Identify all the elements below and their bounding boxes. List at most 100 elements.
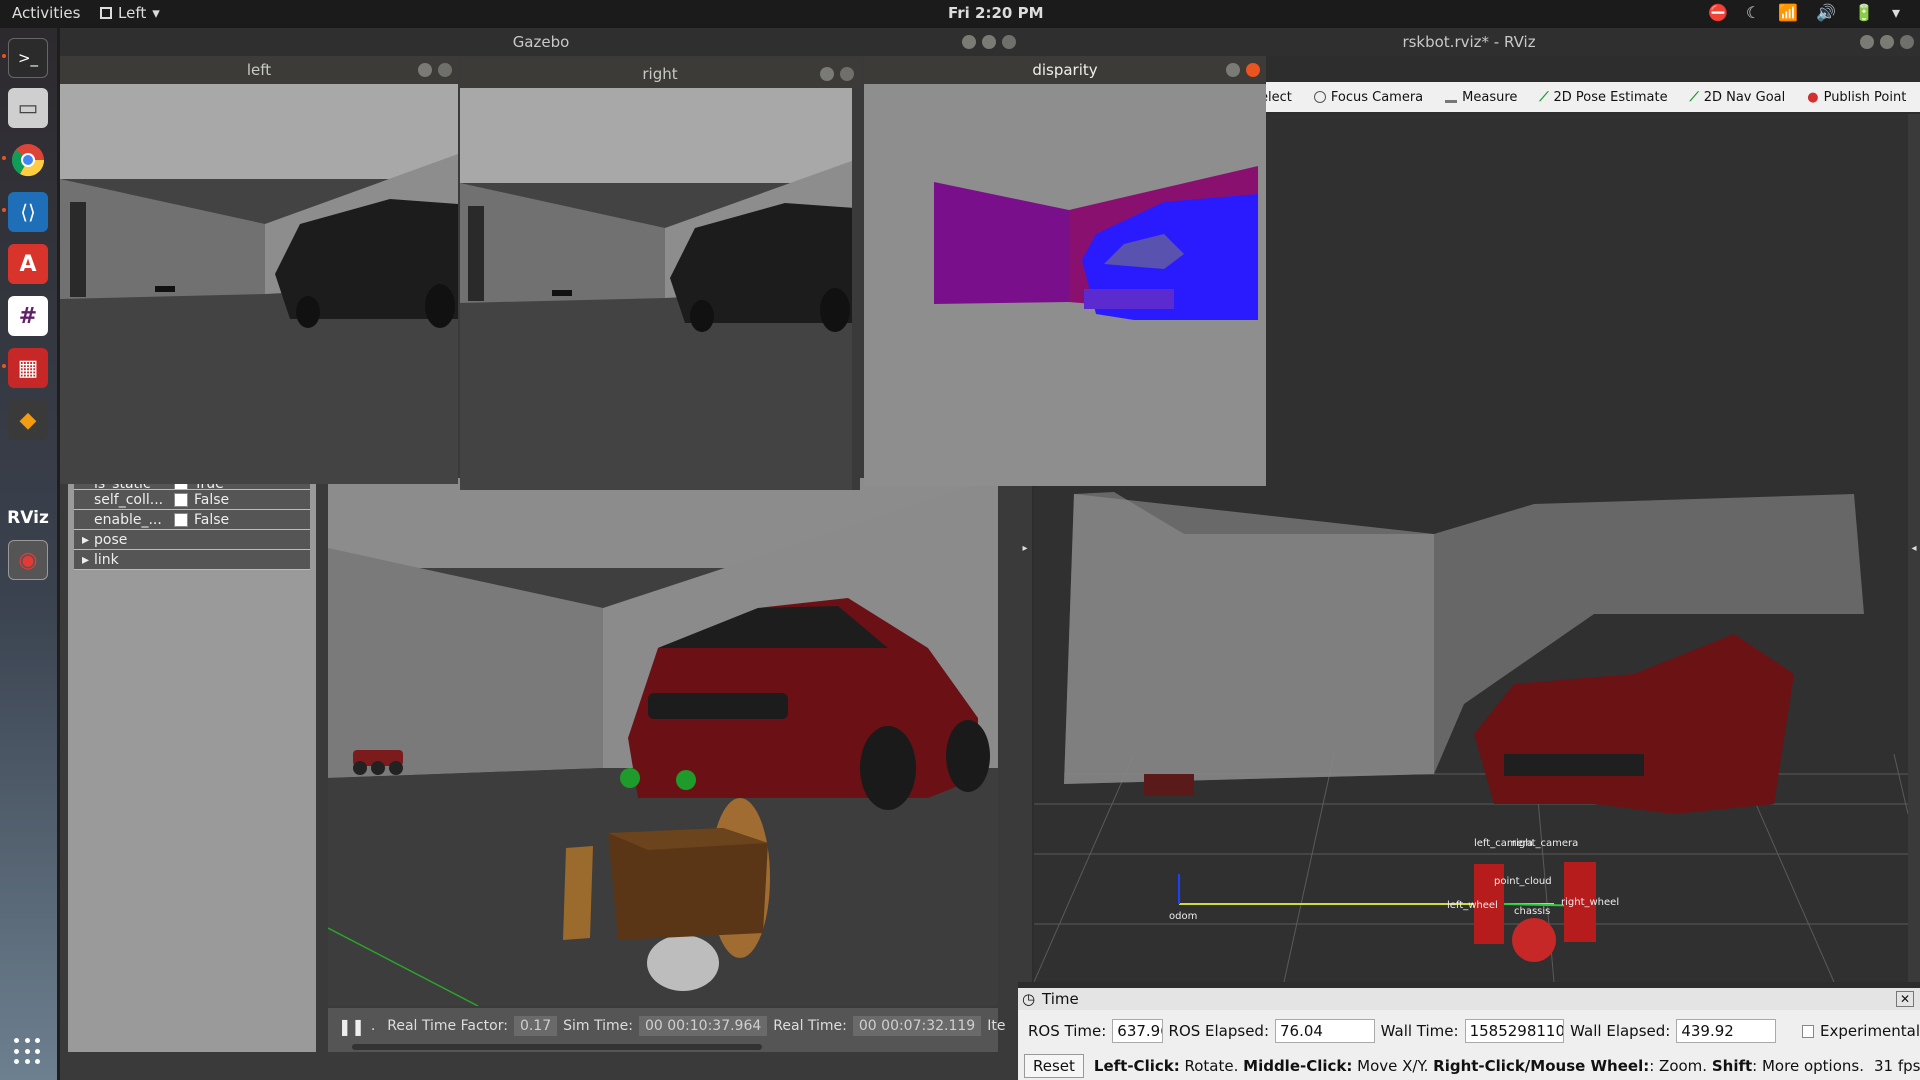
gazebo-icon[interactable]: ◉	[8, 540, 48, 580]
measure-button[interactable]: Measure	[1445, 90, 1517, 105]
property-row[interactable]: self_coll... False	[74, 490, 310, 510]
nav-goal-label: 2D Nav Goal	[1703, 89, 1786, 105]
close-icon[interactable]	[840, 67, 854, 81]
clock[interactable]: Fri 2:20 PM	[948, 4, 1044, 22]
gazebo-property-panel: is_static True self_coll... False enable…	[68, 478, 316, 1052]
minimize-icon[interactable]	[820, 67, 834, 81]
wall-elapsed-field[interactable]: 439.92	[1676, 1019, 1776, 1043]
status-bar: Reset Left-Click: Rotate. Middle-Click: …	[1018, 1052, 1920, 1080]
horizontal-scrollbar[interactable]	[352, 1044, 762, 1050]
nav-goal-icon: ⟋	[1689, 89, 1699, 105]
frame-label-odom: odom	[1169, 911, 1197, 922]
expand-arrow-icon[interactable]: ▸	[74, 532, 94, 548]
step-button[interactable]: .	[371, 1018, 375, 1034]
close-icon[interactable]	[438, 63, 452, 77]
top-bar: Activities Left ▾ Fri 2:20 PM ⛔ ☾ 📶 🔊 🔋 …	[0, 0, 1920, 28]
activities-button[interactable]: Activities	[12, 4, 80, 22]
maximize-icon[interactable]	[982, 35, 996, 49]
gazebo-time-bar: ❚❚ . Real Time Factor: 0.17 Sim Time: 00…	[328, 1008, 1005, 1052]
wifi-icon[interactable]: 📶	[1778, 3, 1798, 22]
focus-camera-icon	[1313, 91, 1326, 103]
ros-elapsed-label: ROS Elapsed:	[1168, 1022, 1270, 1040]
tree-item-label: pose	[94, 531, 128, 548]
tree-item-pose[interactable]: ▸ pose	[74, 530, 310, 550]
show-applications-icon[interactable]	[14, 1038, 42, 1066]
pause-icon[interactable]: ❚❚	[338, 1017, 365, 1036]
tree-item-label: link	[94, 551, 119, 568]
rviz-right-splitter[interactable]: ◂	[1908, 114, 1920, 982]
app-menu-icon	[100, 7, 112, 19]
ros-time-field[interactable]: 637.96	[1112, 1019, 1163, 1043]
minimize-icon[interactable]	[962, 35, 976, 49]
frame-label-left-wheel: left_wheel	[1447, 900, 1498, 911]
disparity-titlebar[interactable]: disparity	[864, 56, 1266, 84]
property-value: False	[194, 491, 230, 508]
pose-estimate-button[interactable]: ⟋ 2D Pose Estimate	[1539, 90, 1667, 105]
pose-estimate-label: 2D Pose Estimate	[1553, 89, 1668, 105]
close-icon[interactable]	[1002, 35, 1016, 49]
minimize-icon[interactable]	[1226, 63, 1240, 77]
media-icon[interactable]: ▦	[8, 348, 48, 388]
rviz-titlebar[interactable]: rskbot.rviz* - RViz	[1018, 28, 1920, 56]
iterations-label: Ite	[987, 1018, 1006, 1034]
chevron-down-icon[interactable]: ▾	[1892, 3, 1900, 22]
time-panel: ROS Time: 637.96 ROS Elapsed: 76.04 Wall…	[1018, 1010, 1920, 1052]
frame-label-chassis: chassis	[1514, 906, 1550, 917]
focus-camera-label: Focus Camera	[1330, 89, 1424, 105]
window-title: right	[642, 65, 678, 83]
property-key: self_coll...	[94, 491, 164, 508]
minimize-icon[interactable]	[418, 63, 432, 77]
fps-counter: 31 fps	[1873, 1057, 1920, 1075]
status-help: Left-Click: Rotate. Middle-Click: Move X…	[1093, 1057, 1864, 1075]
sublime-icon[interactable]: ◆	[8, 400, 48, 440]
night-light-icon[interactable]: ☾	[1746, 3, 1760, 22]
close-icon[interactable]	[1246, 63, 1260, 77]
focus-camera-button[interactable]: Focus Camera	[1313, 89, 1424, 105]
experimental-checkbox[interactable]	[1801, 1024, 1814, 1038]
rtf-label: Real Time Factor:	[387, 1018, 508, 1034]
right-titlebar[interactable]: right	[460, 60, 860, 88]
sim-time-value: 00 00:10:37.964	[638, 1016, 768, 1036]
gazebo-3d-view[interactable]	[328, 478, 998, 1006]
volume-icon[interactable]: 🔊	[1816, 3, 1836, 22]
left-titlebar[interactable]: left	[60, 56, 458, 84]
system-tray[interactable]: ⛔ ☾ 📶 🔊 🔋 ▾	[1708, 3, 1900, 22]
close-icon[interactable]	[1900, 35, 1914, 49]
reset-button[interactable]: Reset	[1024, 1054, 1084, 1078]
sim-time-label: Sim Time:	[563, 1018, 633, 1034]
battery-icon[interactable]: 🔋	[1854, 3, 1874, 22]
rviz-icon[interactable]: RViz	[7, 498, 49, 538]
terminal-icon[interactable]: >_	[8, 38, 48, 78]
frame-label-point-cloud: point_cloud	[1494, 876, 1552, 887]
left-image-window: left	[60, 56, 458, 484]
pdf-reader-icon[interactable]: A	[8, 244, 48, 284]
right-camera-image	[460, 88, 860, 490]
disparity-window: disparity	[864, 56, 1266, 486]
minimize-icon[interactable]	[1860, 35, 1874, 49]
chrome-icon[interactable]	[8, 140, 48, 180]
nav-goal-button[interactable]: ⟋ 2D Nav Goal	[1690, 90, 1786, 105]
window-title: Gazebo	[512, 33, 570, 51]
wall-time-field[interactable]: 1585298110.33	[1464, 1019, 1565, 1043]
disparity-image	[864, 84, 1266, 486]
chevron-down-icon: ▾	[152, 4, 160, 22]
app-menu[interactable]: Left ▾	[100, 4, 160, 22]
time-panel-header: ◷ Time ✕	[1018, 988, 1920, 1010]
property-checkbox[interactable]	[174, 492, 188, 507]
slack-icon[interactable]: #	[8, 296, 48, 336]
ros-elapsed-field[interactable]: 76.04	[1275, 1019, 1375, 1043]
maximize-icon[interactable]	[1880, 35, 1894, 49]
vscode-icon[interactable]: ⟨⟩	[8, 192, 48, 232]
rtf-value: 0.17	[513, 1016, 558, 1036]
gazebo-titlebar[interactable]: Gazebo	[60, 28, 1022, 56]
close-icon[interactable]: ✕	[1895, 991, 1914, 1007]
property-row[interactable]: enable_... False	[74, 510, 310, 530]
expand-arrow-icon[interactable]: ▸	[74, 552, 94, 568]
publish-point-label: Publish Point	[1823, 89, 1907, 105]
measure-icon	[1445, 91, 1458, 103]
do-not-disturb-icon[interactable]: ⛔	[1708, 3, 1728, 22]
property-checkbox[interactable]	[174, 512, 188, 527]
file-manager-icon[interactable]: ▭	[8, 88, 48, 128]
publish-point-button[interactable]: ● Publish Point	[1807, 90, 1906, 105]
tree-item-link[interactable]: ▸ link	[74, 550, 310, 570]
